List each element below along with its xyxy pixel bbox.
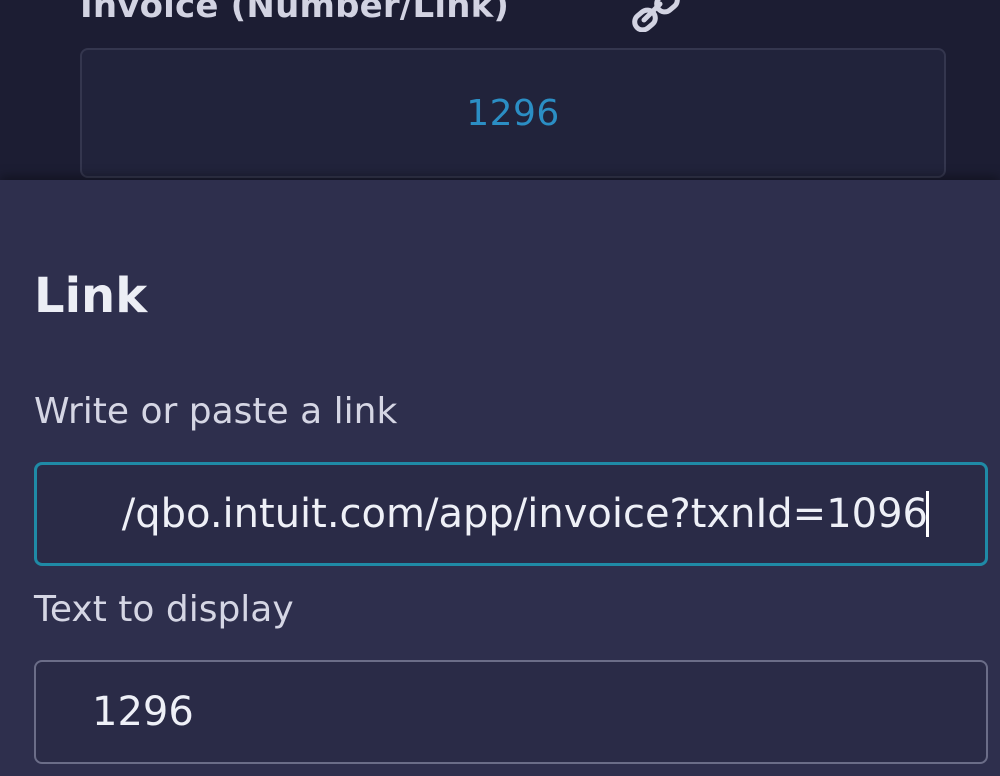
url-input[interactable]: /qbo.intuit.com/app/invoice?txnId=1096 <box>34 462 988 566</box>
display-text-input[interactable]: 1296 <box>34 660 988 764</box>
panel-title: Link <box>34 268 148 324</box>
text-caret <box>926 491 929 537</box>
link-editor-panel: Link Write or paste a link /qbo.intuit.c… <box>0 180 1000 776</box>
column-title: Invoice (Number/Link) <box>80 0 510 26</box>
invoice-cell-value[interactable]: 1296 <box>466 93 560 134</box>
display-text-value: 1296 <box>92 689 194 735</box>
display-text-label: Text to display <box>34 589 294 630</box>
field-header: Invoice (Number/Link) 1296 <box>0 0 1000 180</box>
url-label: Write or paste a link <box>34 391 398 432</box>
url-input-value: /qbo.intuit.com/app/invoice?txnId=1096 <box>121 491 928 537</box>
link-icon[interactable] <box>632 0 688 32</box>
invoice-cell[interactable]: 1296 <box>80 48 946 178</box>
